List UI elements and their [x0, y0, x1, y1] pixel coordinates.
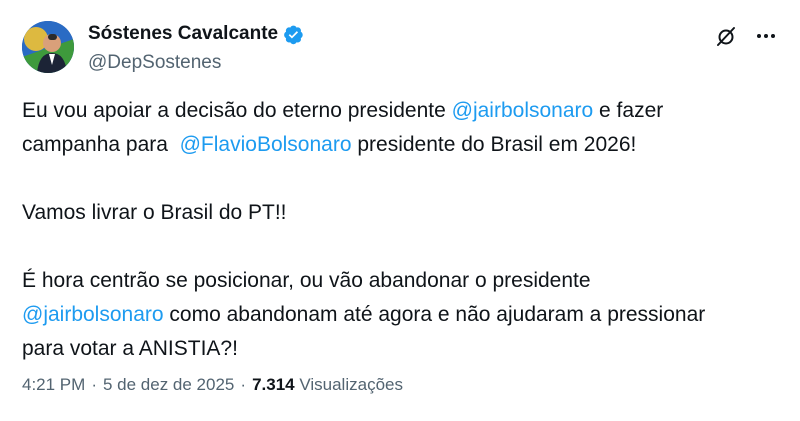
- views-label[interactable]: Visualizações: [299, 375, 403, 395]
- tweet-meta: 4:21 PM · 5 de dez de 2025 · 7.314 Visua…: [22, 375, 403, 395]
- tweet-date[interactable]: 5 de dez de 2025: [103, 375, 234, 395]
- mention-link[interactable]: @FlavioBolsonaro: [180, 133, 352, 156]
- text-segment: e fazer: [593, 99, 664, 122]
- name-row: Sóstenes Cavalcante: [88, 22, 304, 46]
- author-block: Sóstenes Cavalcante @DepSostenes: [88, 22, 304, 74]
- tweet-actions: [714, 24, 778, 48]
- mention-link[interactable]: @jairbolsonaro: [22, 303, 164, 326]
- mention-link[interactable]: @jairbolsonaro: [452, 99, 594, 122]
- tweet-line: Eu vou apoiar a decisão do eterno presid…: [22, 94, 782, 128]
- grok-icon[interactable]: [714, 24, 738, 48]
- avatar[interactable]: [22, 21, 74, 73]
- tweet-line: campanha para @FlavioBolsonaro president…: [22, 128, 782, 162]
- tweet-line: para votar a ANISTIA?!: [22, 337, 238, 360]
- tweet-line: É hora centrão se posicionar, ou vão aba…: [22, 269, 591, 292]
- text-segment: Eu vou apoiar a decisão do eterno presid…: [22, 99, 452, 122]
- text-segment: campanha para: [22, 133, 180, 156]
- more-options-icon[interactable]: [754, 24, 778, 48]
- tweet-text: Eu vou apoiar a decisão do eterno presid…: [22, 94, 782, 366]
- text-segment: presidente do Brasil em 2026!: [351, 133, 637, 156]
- tweet-time[interactable]: 4:21 PM: [22, 375, 85, 395]
- meta-separator: ·: [240, 375, 247, 394]
- tweet-line: @jairbolsonaro como abandonam até agora …: [22, 298, 782, 332]
- meta-separator: ·: [91, 375, 97, 394]
- tweet-card: Sóstenes Cavalcante @DepSostenes Eu vou …: [0, 0, 800, 421]
- views-count: 7.314: [252, 375, 295, 394]
- author-handle[interactable]: @DepSostenes: [88, 52, 304, 74]
- author-display-name[interactable]: Sóstenes Cavalcante: [88, 23, 278, 45]
- text-segment: como abandonam até agora e não ajudaram …: [163, 303, 706, 326]
- verified-badge-icon: [283, 24, 304, 45]
- tweet-line: Vamos livrar o Brasil do PT!!: [22, 201, 287, 224]
